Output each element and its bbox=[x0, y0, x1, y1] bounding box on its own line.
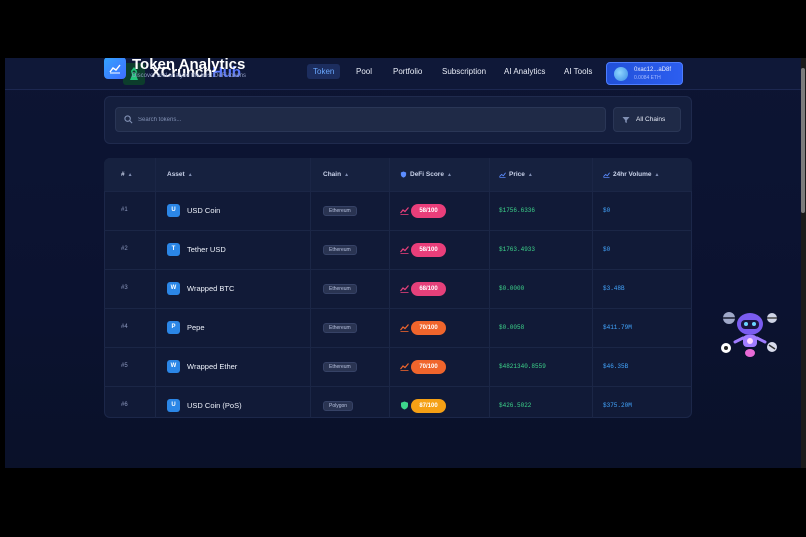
defi-score-badge: 70/100 bbox=[411, 359, 446, 374]
page-subtitle: Discover and analyze the best DeFi token… bbox=[132, 73, 247, 79]
page-title: Token Analytics bbox=[132, 58, 246, 73]
col-chain-label: Chain bbox=[323, 171, 342, 178]
sort-icon: ▲ bbox=[527, 171, 533, 178]
row-rank: #1 bbox=[121, 206, 128, 213]
defi-score-badge: 70/100 bbox=[411, 320, 446, 335]
row-divider bbox=[104, 269, 692, 270]
token-avatar: P bbox=[167, 320, 180, 334]
row-rank: #4 bbox=[121, 323, 128, 330]
col-defi-score[interactable]: DeFi Score ▲ bbox=[400, 171, 452, 178]
row-divider bbox=[104, 386, 692, 387]
row-rank: #2 bbox=[121, 245, 128, 252]
trend-icon bbox=[400, 207, 409, 215]
shield-icon bbox=[401, 401, 408, 410]
all-chains-button[interactable]: All Chains bbox=[613, 107, 681, 132]
chart-icon bbox=[603, 172, 610, 178]
trend-icon bbox=[400, 324, 409, 332]
token-volume: $375.20M bbox=[603, 401, 632, 409]
col-volume-label: 24hr Volume bbox=[613, 171, 652, 178]
shield-icon bbox=[400, 171, 407, 178]
column-divider bbox=[310, 158, 311, 418]
col-rank[interactable]: # ▲ bbox=[121, 171, 133, 178]
content-area: Token Analytics Discover and analyze the… bbox=[5, 58, 801, 468]
col-asset-label: Asset bbox=[167, 171, 185, 178]
token-price: $1756.6336 bbox=[499, 206, 536, 214]
row-divider bbox=[104, 308, 692, 309]
sort-icon: ▲ bbox=[654, 171, 660, 178]
row-divider bbox=[104, 230, 692, 231]
sort-icon: ▲ bbox=[187, 171, 193, 178]
column-divider bbox=[489, 158, 490, 418]
token-volume: $46.35B bbox=[603, 362, 629, 370]
row-rank: #3 bbox=[121, 284, 128, 291]
chart-icon bbox=[499, 172, 506, 178]
token-price: $0.0058 bbox=[499, 323, 525, 331]
scrollbar-thumb[interactable] bbox=[801, 68, 805, 213]
row-rank: #6 bbox=[121, 401, 128, 408]
col-asset[interactable]: Asset ▲ bbox=[167, 171, 193, 178]
token-avatar: U bbox=[167, 203, 180, 217]
token-price: $4821340.8559 bbox=[499, 362, 546, 370]
chain-badge: Ethereum bbox=[323, 283, 357, 294]
token-volume: $0 bbox=[603, 206, 611, 214]
column-divider bbox=[155, 158, 156, 418]
trend-icon bbox=[400, 246, 409, 254]
chart-icon bbox=[104, 58, 126, 79]
sort-icon: ▲ bbox=[127, 171, 133, 178]
token-price: $426.5022 bbox=[499, 401, 532, 409]
search-input[interactable] bbox=[138, 112, 588, 127]
chain-badge: Ethereum bbox=[323, 361, 357, 372]
defi-score-badge: 58/100 bbox=[411, 203, 446, 218]
chain-badge: Ethereum bbox=[323, 322, 357, 333]
token-avatar: T bbox=[167, 242, 180, 256]
token-name[interactable]: USD Coin bbox=[187, 206, 220, 215]
token-name[interactable]: Wrapped BTC bbox=[187, 284, 234, 293]
token-name[interactable]: USD Coin (PoS) bbox=[187, 401, 242, 410]
col-price[interactable]: Price ▲ bbox=[499, 171, 533, 178]
defi-score-badge: 68/100 bbox=[411, 281, 446, 296]
search-icon bbox=[124, 115, 133, 124]
token-name[interactable]: Wrapped Ether bbox=[187, 362, 237, 371]
token-avatar: W bbox=[167, 359, 180, 373]
token-name[interactable]: Pepe bbox=[187, 323, 205, 332]
token-avatar: U bbox=[167, 398, 180, 412]
all-chains-label: All Chains bbox=[636, 116, 666, 123]
col-defi-score-label: DeFi Score bbox=[410, 171, 444, 178]
row-divider bbox=[104, 347, 692, 348]
defi-score-badge: 87/100 bbox=[411, 398, 446, 413]
token-volume: $3.48B bbox=[603, 284, 625, 292]
column-divider bbox=[389, 158, 390, 418]
col-rank-label: # bbox=[121, 171, 125, 178]
filter-icon bbox=[622, 117, 630, 123]
row-rank: #5 bbox=[121, 362, 128, 369]
trend-icon bbox=[400, 363, 409, 371]
col-volume[interactable]: 24hr Volume ▲ bbox=[603, 171, 659, 178]
defi-score-badge: 58/100 bbox=[411, 242, 446, 257]
robot-mascot-icon[interactable] bbox=[715, 312, 779, 364]
col-price-label: Price bbox=[509, 171, 525, 178]
token-price: $1763.4933 bbox=[499, 245, 536, 253]
chain-badge: Ethereum bbox=[323, 205, 357, 216]
row-divider bbox=[104, 191, 692, 192]
chain-badge: Polygon bbox=[323, 400, 354, 411]
token-volume: $0 bbox=[603, 245, 611, 253]
sort-icon: ▲ bbox=[344, 171, 350, 178]
token-name[interactable]: Tether USD bbox=[187, 245, 226, 254]
column-divider bbox=[592, 158, 593, 418]
chain-badge: Ethereum bbox=[323, 244, 357, 255]
trend-icon bbox=[400, 285, 409, 293]
col-chain[interactable]: Chain ▲ bbox=[323, 171, 349, 178]
token-volume: $411.79M bbox=[603, 323, 632, 331]
token-avatar: W bbox=[167, 281, 180, 295]
token-price: $0.0000 bbox=[499, 284, 525, 292]
sort-icon: ▲ bbox=[446, 171, 452, 178]
